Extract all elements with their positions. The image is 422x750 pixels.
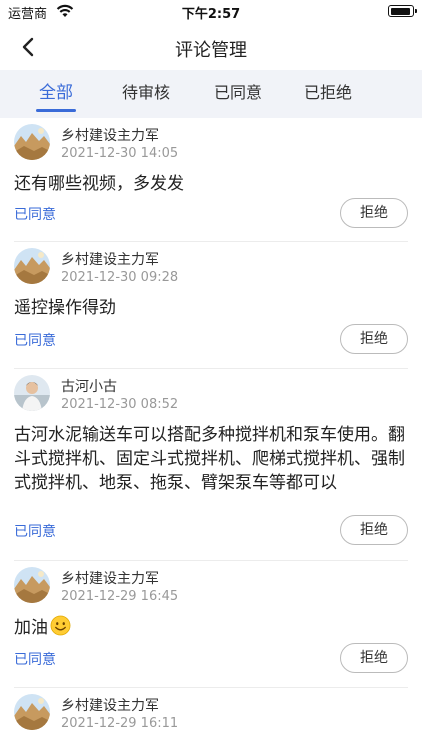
comment-text: 遥控操作得劲 bbox=[14, 298, 116, 318]
comment-date: 2021-12-30 14:05 bbox=[61, 146, 179, 161]
comment-item: 乡村建设主力军 2021-12-30 09:28 遥控操作得劲 已同意 拒绝 bbox=[14, 242, 408, 369]
nav-bar: 评论管理 bbox=[0, 24, 422, 70]
comment-username: 乡村建设主力军 bbox=[61, 128, 159, 144]
comment-text: 加油 bbox=[14, 615, 408, 640]
page-title: 评论管理 bbox=[175, 40, 247, 61]
comment-list: 乡村建设主力军 2021-12-30 14:05 还有哪些视频，多发发 已同意 … bbox=[0, 118, 422, 750]
comment-status: 已同意 bbox=[14, 207, 56, 223]
smile-emoji-icon bbox=[50, 615, 71, 636]
landscape-avatar bbox=[14, 124, 50, 160]
comment-status: 已同意 bbox=[14, 333, 56, 349]
comment-item: 乡村建设主力军 2021-12-30 14:05 还有哪些视频，多发发 已同意 … bbox=[14, 118, 408, 242]
comment-date: 2021-12-30 08:52 bbox=[61, 397, 179, 412]
landscape-avatar bbox=[14, 694, 50, 730]
comment-username: 乡村建设主力军 bbox=[61, 571, 159, 587]
person-avatar bbox=[14, 375, 50, 411]
landscape-avatar bbox=[14, 567, 50, 603]
comment-item: 乡村建设主力军 2021-12-29 16:45 加油 已同意 拒绝 bbox=[14, 561, 408, 688]
reject-button[interactable]: 拒绝 bbox=[340, 515, 408, 545]
tab-all[interactable]: 全部 bbox=[20, 70, 92, 118]
battery-icon bbox=[388, 5, 417, 17]
comment-date: 2021-12-30 09:28 bbox=[61, 270, 179, 285]
comment-username: 古河小古 bbox=[61, 379, 117, 395]
comment-username: 乡村建设主力军 bbox=[61, 698, 159, 714]
clock-time: 下午2:57 bbox=[181, 7, 241, 22]
comment-text-body: 加油 bbox=[14, 618, 48, 638]
comment-item: 古河小古 2021-12-30 08:52 古河水泥输送车可以搭配多种搅拌机和泵… bbox=[14, 369, 408, 561]
comment-item: 乡村建设主力军 2021-12-29 16:11 bbox=[14, 688, 408, 750]
reject-button[interactable]: 拒绝 bbox=[340, 198, 408, 228]
reject-button[interactable]: 拒绝 bbox=[340, 643, 408, 673]
landscape-avatar bbox=[14, 248, 50, 284]
reject-button[interactable]: 拒绝 bbox=[340, 324, 408, 354]
comment-text: 还有哪些视频，多发发 bbox=[14, 174, 184, 194]
status-bar: 运营商 下午2:57 bbox=[0, 0, 422, 24]
tab-rejected[interactable]: 已拒绝 bbox=[292, 70, 364, 118]
comment-status: 已同意 bbox=[14, 652, 56, 668]
tab-approved[interactable]: 已同意 bbox=[202, 70, 274, 118]
comment-date: 2021-12-29 16:11 bbox=[61, 716, 179, 731]
comment-text: 古河水泥输送车可以搭配多种搅拌机和泵车使用。翻斗式搅拌机、固定斗式搅拌机、爬梯式… bbox=[14, 425, 405, 493]
filter-tabs: 全部 待审核 已同意 已拒绝 bbox=[0, 70, 422, 118]
comment-status: 已同意 bbox=[14, 524, 56, 540]
tab-pending[interactable]: 待审核 bbox=[110, 70, 182, 118]
comment-date: 2021-12-29 16:45 bbox=[61, 589, 179, 604]
comment-username: 乡村建设主力军 bbox=[61, 252, 159, 268]
